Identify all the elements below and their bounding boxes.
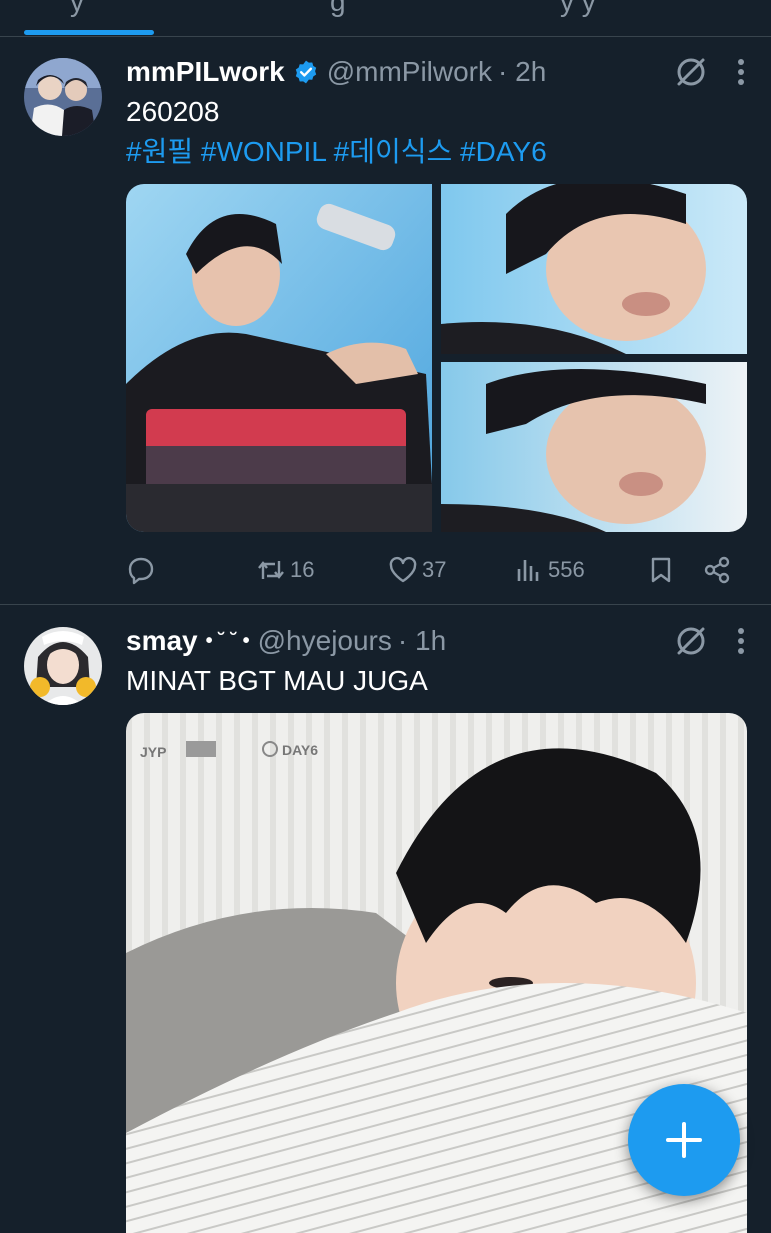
compose-plus-icon	[666, 1122, 702, 1158]
reply-button[interactable]	[126, 555, 156, 585]
retweet-icon	[258, 561, 284, 579]
share-icon	[704, 556, 730, 584]
reply-icon	[128, 557, 154, 585]
tweet-hashtags[interactable]: #원필 #WONPIL #데이식스 #DAY6	[126, 132, 747, 172]
top-tab-bar: y g y y	[0, 0, 771, 37]
tab-label-fragment[interactable]: y	[70, 0, 84, 18]
compose-button[interactable]	[628, 1084, 740, 1196]
tweet-header: mmPILwork @mmPilwork · 2h	[126, 52, 747, 92]
bookmark-icon	[651, 557, 671, 583]
share-button[interactable]	[702, 555, 732, 585]
bookmark-button[interactable]	[646, 555, 676, 585]
retweet-button[interactable]: 16	[256, 555, 314, 585]
grok-icon[interactable]	[673, 54, 709, 90]
tab-label-fragment[interactable]: y y	[560, 0, 596, 18]
media-photo-bottom-right	[441, 362, 747, 532]
tweet-text: 260208	[126, 96, 220, 127]
user-handle[interactable]: @mmPilwork	[327, 56, 492, 88]
verified-badge-icon	[295, 60, 316, 84]
avatar[interactable]	[24, 58, 102, 136]
avatar[interactable]	[24, 627, 102, 705]
media-photo-top-right	[441, 184, 747, 354]
like-icon	[389, 556, 417, 583]
active-tab-indicator	[24, 30, 154, 35]
media-grid[interactable]	[126, 184, 747, 532]
views-count: 556	[548, 557, 585, 582]
user-handle[interactable]: @hyejours	[258, 625, 392, 657]
svg-text:JYP: JYP	[140, 744, 166, 760]
tab-label-fragment[interactable]: g	[330, 0, 346, 18]
svg-text:DAY6: DAY6	[282, 742, 318, 758]
display-name[interactable]: smay	[126, 625, 198, 657]
grok-icon[interactable]	[673, 623, 709, 659]
timestamp[interactable]: · 1h	[398, 625, 446, 657]
timestamp[interactable]: · 2h	[498, 56, 546, 88]
retweet-count: 16	[290, 557, 315, 582]
views-button[interactable]: 556	[514, 555, 585, 585]
media-photo-left	[126, 184, 432, 532]
tweet-actions: 16 37 556	[126, 550, 747, 590]
display-name[interactable]: mmPILwork	[126, 56, 285, 88]
tweet-text: MINAT BGT MAU JUGA	[126, 665, 428, 696]
views-icon	[517, 560, 539, 581]
display-name-suffix: • ˘ ˘ •	[205, 629, 250, 652]
more-icon[interactable]	[735, 58, 747, 86]
more-icon[interactable]	[735, 627, 747, 655]
tweet[interactable]: mmPILwork @mmPilwork · 2h 260208 #원필 #WO…	[0, 36, 771, 604]
like-button[interactable]: 37	[388, 555, 446, 585]
tweet-header: smay • ˘ ˘ • @hyejours · 1h	[126, 621, 747, 661]
like-count: 37	[422, 557, 447, 582]
